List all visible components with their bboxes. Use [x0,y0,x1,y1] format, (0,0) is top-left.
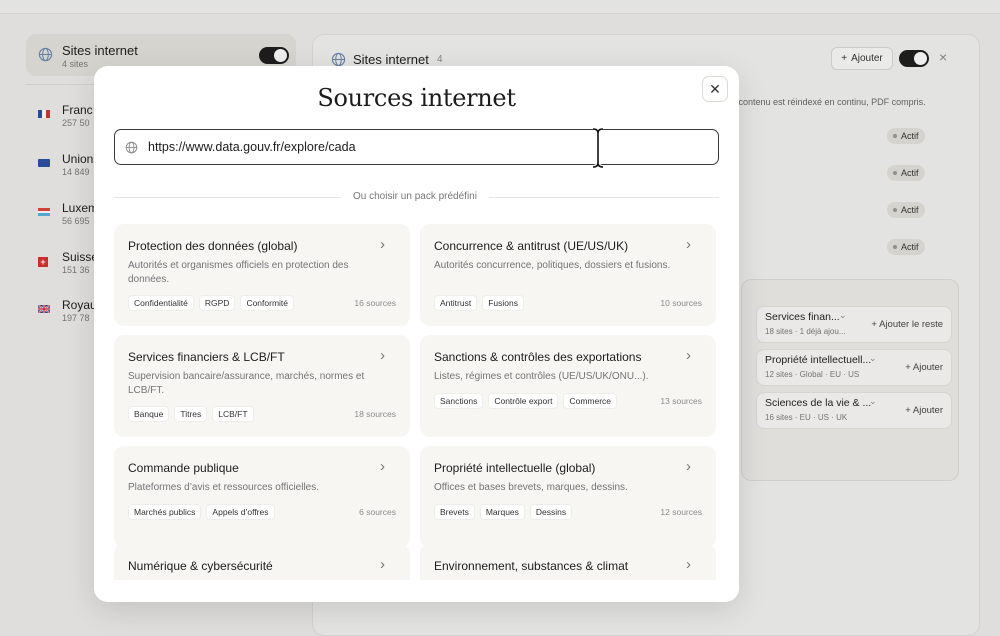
chevron-right-icon: › [686,236,691,253]
card-description: Autorités et organismes officiels en pro… [128,260,349,285]
card-tags: Confidentialité RGPD Conformité [128,295,295,311]
close-button[interactable]: ✕ [702,76,728,102]
card-title: Propriété intellectuelle (global) [434,461,596,475]
modal-title: Sources internet [317,84,516,112]
card-source-count: 13 sources [660,396,702,406]
card-description: Listes, régimes et contrôles (UE/US/UK/O… [434,371,649,382]
card-tags: Brevets Marques Dessins [434,504,573,520]
card-source-count: 10 sources [660,298,702,308]
tag: RGPD [198,295,236,311]
card-source-count: 12 sources [660,507,702,517]
tag: Appels d’offres [206,504,275,520]
tag: Marchés publics [128,504,202,520]
sources-modal: Sources internet ✕ Ou choisir un pack pr… [94,66,739,602]
tag: Titres [174,406,208,422]
card-title: Services financiers & LCB/FT [128,350,285,364]
tag: Conformité [240,295,295,311]
modal-footer [94,580,739,602]
tag: Contrôle export [488,393,559,409]
card-tags: Antitrust Fusions [434,295,524,311]
pack-card-environnement[interactable]: Environnement, substances & climat › [420,544,716,580]
card-title: Environnement, substances & climat [434,559,629,573]
tag: Confidentialité [128,295,194,311]
pack-grid[interactable]: Protection des données (global) › Autori… [114,224,719,580]
chevron-right-icon: › [380,458,385,475]
tag: Fusions [482,295,524,311]
chevron-right-icon: › [380,556,385,573]
card-tags: Marchés publics Appels d’offres [128,504,275,520]
tag: Dessins [529,504,573,520]
card-title: Concurrence & antitrust (UE/US/UK) [434,239,629,253]
card-tags: Banque Titres LCB/FT [128,406,254,422]
tag: LCB/FT [212,406,254,422]
url-input[interactable] [148,137,688,157]
chevron-right-icon: › [686,347,691,364]
url-input-field[interactable] [114,129,719,165]
card-source-count: 18 sources [354,409,396,419]
card-description: Supervision bancaire/assurance, marchés,… [128,371,365,396]
card-description: Autorités concurrence, politiques, dossi… [434,260,671,271]
pack-card-numerique-cybersecurite[interactable]: Numérique & cybersécurité › [114,544,410,580]
pack-card-protection-donnees[interactable]: Protection des données (global) › Autori… [114,224,410,326]
chevron-right-icon: › [380,236,385,253]
text-cursor-icon [592,127,604,169]
card-description: Offices et bases brevets, marques, dessi… [434,482,628,493]
tag: Sanctions [434,393,484,409]
pack-card-propriete-intellectuelle[interactable]: Propriété intellectuelle (global) › Offi… [420,446,716,548]
card-source-count: 6 sources [359,507,396,517]
card-title: Commande publique [128,461,239,475]
card-description: Plateformes d’avis et ressources officie… [128,482,320,493]
card-title: Sanctions & contrôles des exportations [434,350,642,364]
tag: Marques [479,504,525,520]
globe-icon [125,141,138,154]
card-tags: Sanctions Contrôle export Commerce [434,393,618,409]
tag: Antitrust [434,295,478,311]
pack-card-services-financiers[interactable]: Services financiers & LCB/FT › Supervisi… [114,335,410,437]
separator-label: Ou choisir un pack prédéfini [341,191,489,202]
card-title: Protection des données (global) [128,239,298,253]
close-icon: ✕ [709,80,721,97]
chevron-right-icon: › [380,347,385,364]
tag: Banque [128,406,170,422]
pack-card-commande-publique[interactable]: Commande publique › Plateformes d’avis e… [114,446,410,548]
chevron-right-icon: › [686,458,691,475]
chevron-right-icon: › [686,556,691,573]
pack-card-concurrence[interactable]: Concurrence & antitrust (UE/US/UK) › Aut… [420,224,716,326]
card-title: Numérique & cybersécurité [128,559,273,573]
tag: Commerce [563,393,618,409]
tag: Brevets [434,504,475,520]
pack-card-sanctions[interactable]: Sanctions & contrôles des exportations ›… [420,335,716,437]
card-source-count: 16 sources [354,298,396,308]
